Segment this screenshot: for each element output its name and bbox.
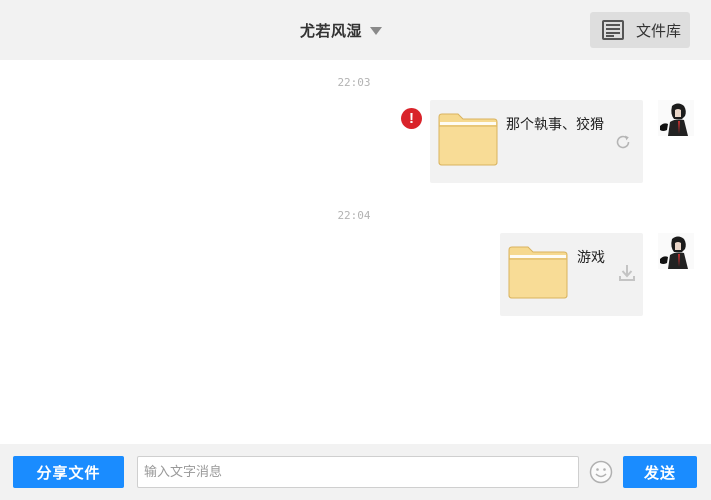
avatar[interactable]	[658, 100, 694, 136]
message-input[interactable]	[137, 456, 579, 488]
avatar[interactable]	[658, 233, 694, 269]
contact-title-dropdown[interactable]: 尤若风湿	[300, 18, 383, 42]
retry-icon[interactable]	[614, 133, 632, 151]
document-icon	[602, 20, 624, 40]
contact-name: 尤若风湿	[300, 21, 363, 40]
file-library-label: 文件库	[636, 21, 682, 40]
download-icon[interactable]	[618, 263, 636, 283]
caret-down-icon[interactable]	[370, 27, 383, 35]
chat-header: 尤若风湿 文件库	[0, 0, 711, 60]
file-name: 那个執事、狡猾	[506, 117, 604, 133]
emoji-icon[interactable]	[589, 460, 613, 484]
message-timestamp: 22:03	[337, 76, 371, 89]
message-timestamp: 22:04	[337, 209, 371, 222]
send-failed-icon[interactable]: !	[401, 108, 422, 129]
file-name: 游戏	[577, 250, 605, 266]
folder-icon	[508, 246, 568, 299]
avatar-image	[658, 233, 694, 269]
chat-footer: 分享文件 发送	[0, 444, 711, 500]
file-library-button[interactable]: 文件库	[590, 12, 690, 48]
file-message-bubble[interactable]: 那个執事、狡猾	[430, 100, 643, 183]
avatar-image	[658, 100, 694, 136]
file-message-bubble[interactable]: 游戏	[500, 233, 643, 316]
send-button[interactable]: 发送	[623, 456, 697, 488]
folder-icon	[438, 113, 498, 166]
share-file-button[interactable]: 分享文件	[13, 456, 124, 488]
